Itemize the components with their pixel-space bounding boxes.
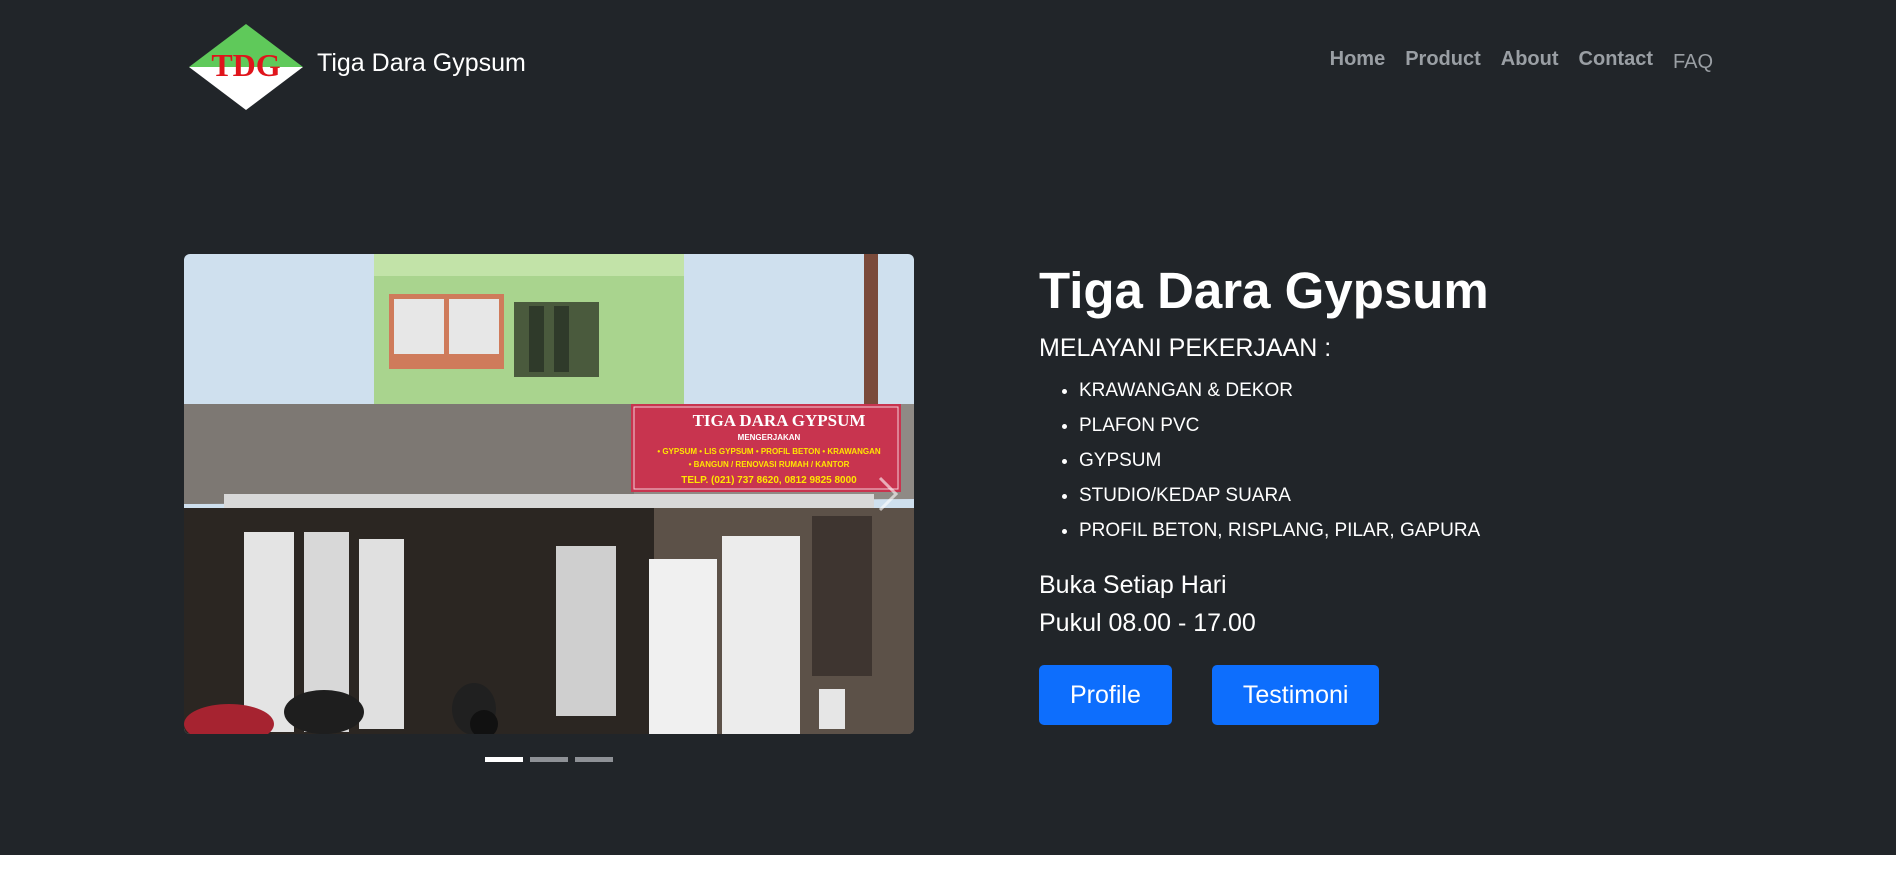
svg-text:• GYPSUM • LIS GYPSUM • PROF: • GYPSUM • LIS GYPSUM • PROFIL BETON • K…	[657, 447, 881, 456]
hero-section: TDG Tiga Dara Gypsum Home Product About …	[0, 0, 1896, 855]
svg-text:TDG: TDG	[211, 47, 280, 83]
page: TDG Tiga Dara Gypsum Home Product About …	[0, 0, 1896, 888]
nav-contact[interactable]: Contact	[1579, 48, 1653, 71]
service-item: GYPSUM	[1079, 443, 1739, 478]
nav-product[interactable]: Product	[1405, 48, 1481, 71]
services-list: KRAWANGAN & DEKOR PLAFON PVC GYPSUM STUD…	[1039, 373, 1739, 548]
hours-time: Pukul 08.00 - 17.00	[1039, 608, 1256, 637]
hero-title: Tiga Dara Gypsum	[1039, 262, 1489, 319]
service-item: STUDIO/KEDAP SUARA	[1079, 478, 1739, 513]
nav-faq[interactable]: FAQ	[1673, 51, 1713, 74]
carousel-indicator-3[interactable]	[575, 757, 613, 762]
hours-days: Buka Setiap Hari	[1039, 570, 1227, 599]
brand-name: Tiga Dara Gypsum	[317, 48, 526, 77]
brand-link[interactable]: TDG Tiga Dara Gypsum	[189, 24, 526, 110]
testimoni-button[interactable]: Testimoni	[1211, 665, 1380, 725]
image-carousel[interactable]: TIGA DARA GYPSUM MENGERJAKAN • GYPSUM • …	[184, 254, 914, 734]
storefront-photo: TIGA DARA GYPSUM MENGERJAKAN • GYPSUM • …	[184, 254, 914, 734]
carousel-next-icon[interactable]	[876, 474, 900, 514]
hero-subtitle: MELAYANI PEKERJAAN :	[1039, 333, 1332, 362]
nav-about[interactable]: About	[1501, 48, 1559, 71]
service-item: PLAFON PVC	[1079, 408, 1739, 443]
brand-logo: TDG	[189, 24, 303, 110]
carousel-indicator-2[interactable]	[530, 757, 568, 762]
opening-hours: Buka Setiap Hari Pukul 08.00 - 17.00	[1039, 566, 1739, 642]
carousel-indicators	[485, 757, 613, 762]
service-item: PROFIL BETON, RISPLANG, PILAR, GAPURA	[1079, 513, 1739, 548]
service-item: KRAWANGAN & DEKOR	[1079, 373, 1739, 408]
svg-text:• BANGUN / RENOVASI RUMAH / KA: • BANGUN / RENOVASI RUMAH / KANTOR	[689, 460, 850, 469]
svg-text:MENGERJAKAN: MENGERJAKAN	[738, 433, 801, 442]
hero-content: Tiga Dara Gypsum MELAYANI PEKERJAAN : KR…	[1039, 262, 1739, 642]
carousel-indicator-1[interactable]	[485, 757, 523, 762]
hero-buttons: Profile Testimoni	[1039, 665, 1380, 725]
profile-button[interactable]: Profile	[1039, 665, 1172, 725]
svg-text:TIGA DARA GYPSUM: TIGA DARA GYPSUM	[693, 411, 866, 430]
nav-home[interactable]: Home	[1330, 48, 1386, 71]
svg-text:TELP. (021) 737 8620, 0812 982: TELP. (021) 737 8620, 0812 9825 8000	[681, 475, 857, 486]
main-nav: Home Product About Contact FAQ	[1310, 48, 1713, 74]
